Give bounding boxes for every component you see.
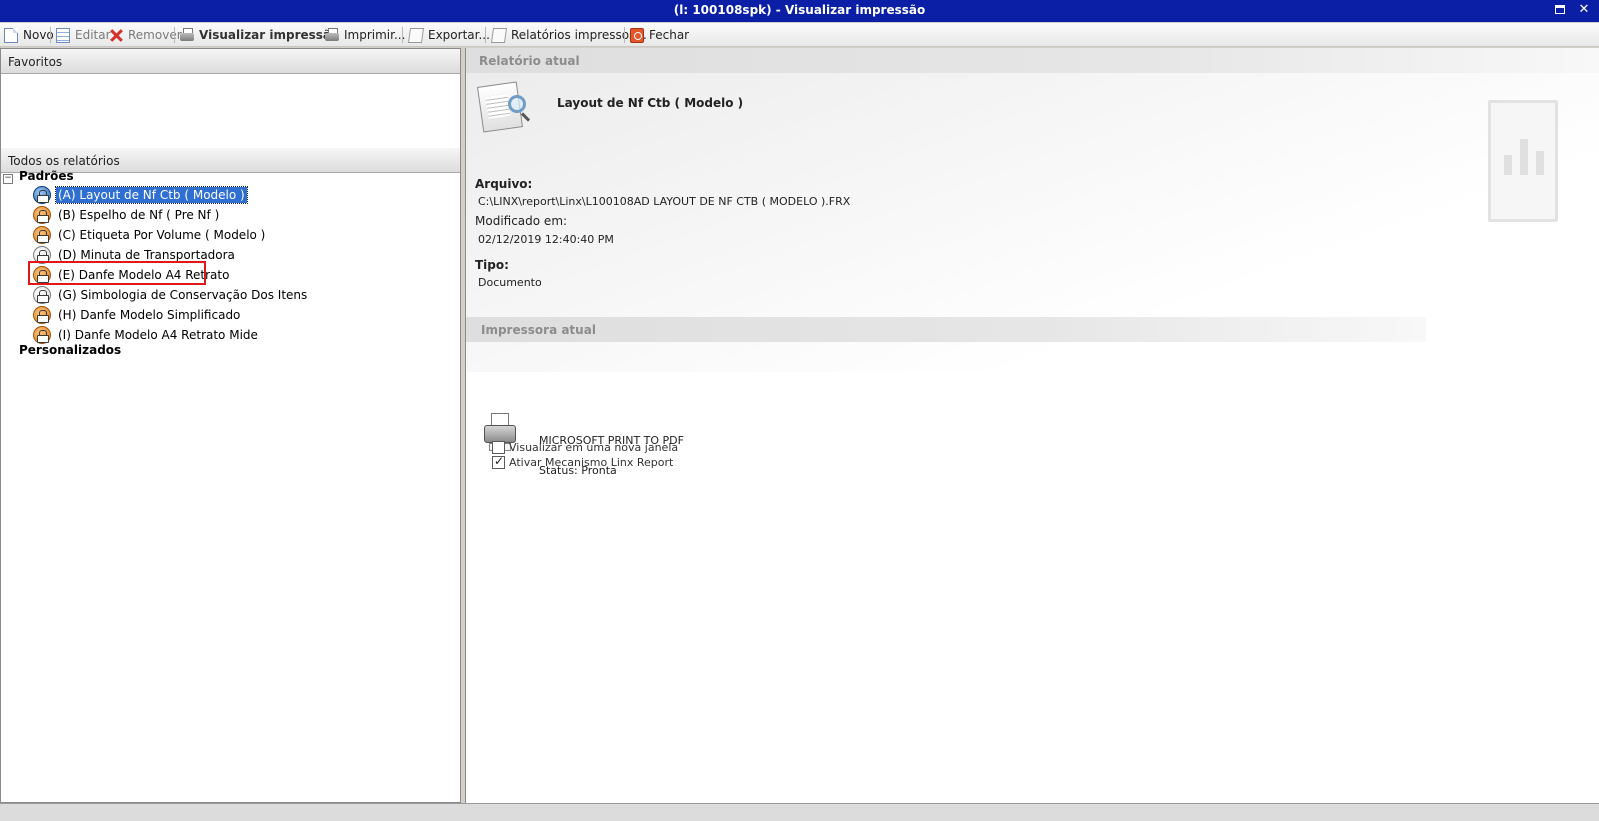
favoritos-list[interactable]: [1, 75, 460, 149]
report-item-label: (D) Minuta de Transportadora: [58, 248, 235, 262]
report-item-label: (E) Danfe Modelo A4 Retrato: [58, 268, 230, 282]
report-item[interactable]: (A) Layout de Nf Ctb ( Modelo ): [33, 185, 248, 205]
export-page-icon: [407, 27, 425, 43]
printer-icon: [325, 27, 339, 43]
details-panel: Relatório atual Layout de Nf Ctb ( Model…: [466, 48, 1599, 803]
report-item[interactable]: (D) Minuta de Transportadora: [33, 245, 237, 265]
checkbox-mecanismo-linx[interactable]: [492, 454, 505, 469]
report-item[interactable]: (I) Danfe Modelo A4 Retrato Mide: [33, 325, 260, 345]
toolbar-separator: [485, 27, 486, 43]
printer-badge-icon: [33, 186, 51, 204]
toolbar-separator: [174, 27, 175, 43]
arquivo-value: C:\LINX\report\Linx\L100108AD LAYOUT DE …: [478, 195, 851, 208]
group-padroes[interactable]: Padrões: [19, 169, 74, 183]
impressora-atual-header: Impressora atual: [466, 317, 1426, 342]
fechar-button[interactable]: Fechar: [630, 26, 689, 44]
report-item-label: (A) Layout de Nf Ctb ( Modelo ): [55, 186, 248, 204]
toolbar-separator: [50, 27, 51, 43]
modificado-label: Modificado em:: [475, 214, 568, 228]
window-title: (l: 100108spk) - Visualizar impressão: [673, 3, 926, 17]
report-title: Layout de Nf Ctb ( Modelo ): [557, 96, 744, 110]
printed-reports-page-icon: [490, 27, 508, 43]
tipo-value: Documento: [478, 276, 542, 289]
editar-button[interactable]: Editar: [56, 26, 111, 44]
imprimir-label: Imprimir...: [344, 28, 406, 42]
relatorio-atual-header: Relatório atual: [466, 48, 1599, 73]
printer-badge-icon: [33, 266, 51, 284]
toolbar-separator: [402, 27, 403, 43]
report-item[interactable]: (E) Danfe Modelo A4 Retrato: [33, 265, 231, 285]
close-window-button[interactable]: ✕: [1575, 2, 1593, 18]
status-bar: [0, 803, 1599, 821]
novo-button[interactable]: Novo: [4, 26, 54, 44]
maximize-button[interactable]: [1551, 2, 1569, 18]
print-preview-icon: [180, 27, 194, 43]
exportar-button[interactable]: Exportar...: [407, 26, 490, 44]
maximize-icon: [1555, 5, 1565, 14]
report-item-label: (H) Danfe Modelo Simplificado: [58, 308, 241, 322]
printer-badge-icon: [33, 226, 51, 244]
magnifier-icon: [508, 95, 526, 113]
checkbox-nova-janela[interactable]: [492, 441, 505, 454]
tipo-label: Tipo:: [475, 258, 509, 272]
chk-mecanismo-linx[interactable]: Ativar Mecanismo Linx Report: [492, 454, 674, 469]
chk-mecanismo-label: Ativar Mecanismo Linx Report: [509, 456, 674, 469]
close-icon: ✕: [1578, 2, 1590, 17]
toolbar: Novo Editar Remover Visualizar impressão…: [0, 23, 1599, 47]
report-chart-watermark-icon: [1488, 100, 1558, 222]
arquivo-label: Arquivo:: [475, 177, 533, 191]
report-item[interactable]: (B) Espelho de Nf ( Pre Nf ): [33, 205, 221, 225]
chk-nova-janela-label: Visualizar em uma nova janela: [509, 441, 679, 454]
visualizar-label: Visualizar impressão: [199, 28, 340, 42]
editar-label: Editar: [75, 28, 111, 42]
modificado-value: 02/12/2019 12:40:40 PM: [478, 233, 614, 246]
edit-grid-icon: [56, 27, 70, 43]
collapse-toggle[interactable]: −: [3, 174, 13, 184]
report-item[interactable]: (G) Simbologia de Conservação Dos Itens: [33, 285, 309, 305]
title-bar: (l: 100108spk) - Visualizar impressão ✕: [0, 0, 1599, 22]
remove-x-icon: [109, 28, 123, 43]
toolbar-separator: [624, 27, 625, 43]
report-item[interactable]: (C) Etiqueta Por Volume ( Modelo ): [33, 225, 267, 245]
visualizar-impressao-button[interactable]: Visualizar impressão: [180, 26, 339, 44]
favoritos-header: Favoritos: [1, 49, 460, 74]
exportar-label: Exportar...: [428, 28, 490, 42]
chk-nova-janela[interactable]: Visualizar em uma nova janela: [492, 441, 678, 454]
printer-badge-icon: [33, 246, 51, 264]
power-icon: [630, 27, 644, 43]
report-item-label: (C) Etiqueta Por Volume ( Modelo ): [58, 228, 266, 242]
printer-badge-icon: [33, 326, 51, 344]
fechar-label: Fechar: [649, 28, 690, 42]
report-item-label: (I) Danfe Modelo A4 Retrato Mide: [58, 328, 258, 342]
imprimir-button[interactable]: Imprimir...: [325, 26, 405, 44]
relatorios-label: Relatórios impressos...: [511, 28, 647, 42]
printer-badge-icon: [33, 306, 51, 324]
group-personalizados[interactable]: Personalizados: [19, 343, 121, 357]
remover-button[interactable]: Remover: [109, 26, 182, 44]
report-item[interactable]: (H) Danfe Modelo Simplificado: [33, 305, 242, 325]
report-item-label: (G) Simbologia de Conservação Dos Itens: [58, 288, 308, 302]
printer-badge-icon: [33, 286, 51, 304]
report-item-label: (B) Espelho de Nf ( Pre Nf ): [58, 208, 220, 222]
printer-badge-icon: [33, 206, 51, 224]
reports-panel: Favoritos Todos os relatórios − Padrões …: [0, 48, 461, 803]
new-document-icon: [4, 27, 18, 43]
